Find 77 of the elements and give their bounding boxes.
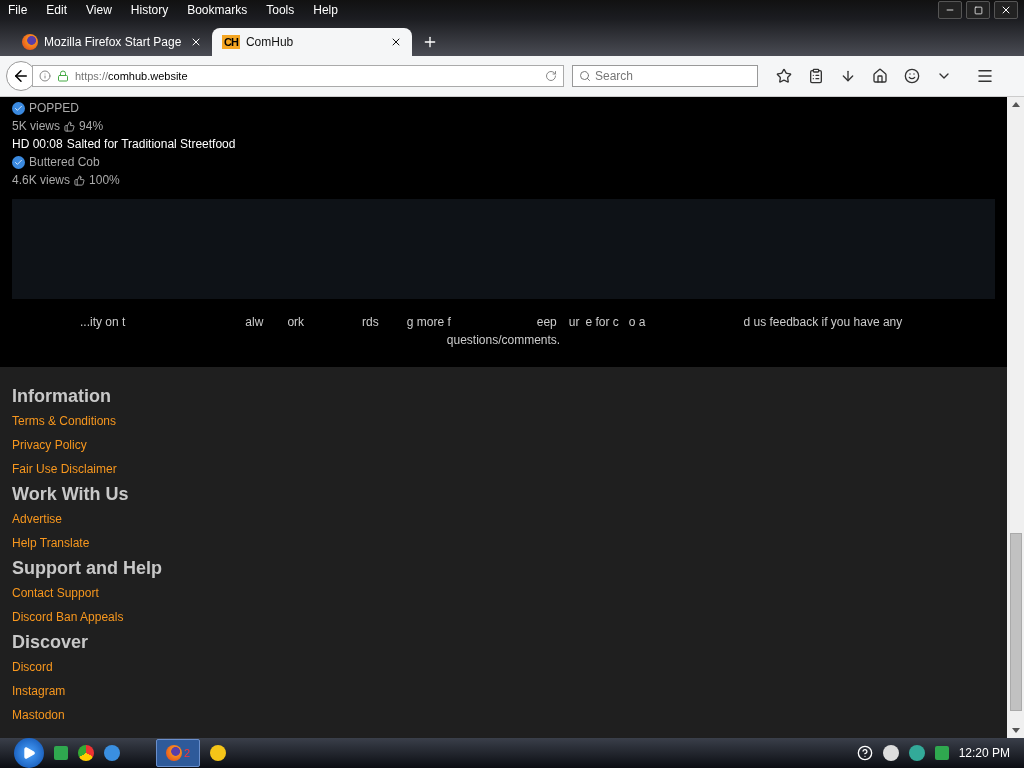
- home-icon[interactable]: [872, 68, 888, 84]
- restore-button[interactable]: [966, 1, 990, 19]
- channel-name[interactable]: POPPED: [29, 101, 79, 115]
- start-button[interactable]: [14, 738, 44, 768]
- rating: 94%: [79, 119, 104, 133]
- notice-text: ur: [568, 315, 580, 329]
- firefox-icon: [22, 34, 38, 50]
- menu-item[interactable]: Edit: [46, 3, 68, 17]
- rating: 100%: [89, 173, 120, 187]
- scroll-thumb[interactable]: [1009, 533, 1022, 711]
- browser-tab[interactable]: Mozilla Firefox Start Page: [12, 28, 212, 56]
- notice-text: alw: [245, 315, 264, 329]
- view-count: 4.6K views: [12, 173, 71, 187]
- notice-text: g more f: [406, 315, 451, 329]
- footer-heading: Work With Us: [12, 482, 130, 506]
- clipboard-icon[interactable]: [808, 68, 824, 84]
- browser-tab[interactable]: CH ComHub: [212, 28, 412, 56]
- notice-text: ork: [287, 315, 305, 329]
- search-icon: [579, 70, 591, 82]
- close-icon[interactable]: [190, 36, 202, 48]
- site-logo: CH: [222, 35, 240, 49]
- tab-title: ComHub: [245, 35, 295, 49]
- download-icon[interactable]: [840, 68, 856, 84]
- footer-heading: Information: [12, 384, 112, 408]
- close-icon[interactable]: [390, 36, 402, 48]
- footer-link[interactable]: Help Translate: [12, 531, 90, 555]
- scroll-up-icon[interactable]: [1011, 102, 1020, 107]
- footer-link[interactable]: Discord Ban Appeals: [12, 605, 124, 629]
- scrollbar[interactable]: [1007, 97, 1024, 738]
- close-icon: [1000, 4, 1012, 16]
- menu-item[interactable]: Tools: [266, 3, 295, 17]
- minimize-button[interactable]: [938, 1, 962, 19]
- footer-link[interactable]: Privacy Policy: [12, 433, 87, 457]
- footer-link[interactable]: Instagram: [12, 679, 66, 703]
- notice-text: e for c: [585, 315, 619, 329]
- verified-icon: [12, 155, 25, 169]
- address-field[interactable]: https://comhub.website: [32, 65, 564, 87]
- verified-icon: [12, 101, 25, 115]
- lock-icon: [57, 70, 69, 82]
- footer-heading: Support and Help: [12, 556, 163, 580]
- channel-name[interactable]: Buttered Cob: [29, 155, 100, 169]
- notice-text: o a: [628, 315, 646, 329]
- video-duration: HD 00:08: [12, 137, 63, 151]
- thumbs-up-icon: [64, 120, 76, 132]
- restore-icon: [973, 5, 983, 15]
- help-icon[interactable]: [856, 745, 873, 761]
- url-text: https://comhub.website: [75, 70, 188, 82]
- notice-text: d us feedback if you have any: [743, 315, 903, 329]
- footer-link[interactable]: Fair Use Disclaimer: [12, 457, 117, 481]
- footer-link[interactable]: Mastodon: [12, 703, 65, 727]
- star-icon[interactable]: [776, 68, 792, 84]
- tab-title: Mozilla Firefox Start Page: [44, 35, 183, 49]
- close-button[interactable]: [994, 1, 1018, 19]
- notice-text: eep: [536, 315, 557, 329]
- thumbs-up-icon: [74, 174, 86, 186]
- scroll-down-icon[interactable]: [1011, 728, 1020, 733]
- footer-heading: Discover: [12, 630, 90, 654]
- footer-link[interactable]: Discord: [12, 655, 53, 679]
- menu-item[interactable]: View: [86, 3, 112, 17]
- search-field[interactable]: Search: [572, 65, 758, 87]
- notice-text: rds: [362, 315, 379, 329]
- footer-link[interactable]: Terms & Conditions: [12, 409, 117, 433]
- reload-icon[interactable]: [545, 70, 557, 82]
- menu-item[interactable]: File: [8, 3, 28, 17]
- clock: 12:20 PM: [958, 746, 1010, 760]
- footer-link[interactable]: Advertise: [12, 507, 63, 531]
- menu-item[interactable]: Bookmarks: [187, 3, 248, 17]
- play-icon: [22, 746, 36, 760]
- notice-text: ...ity on t: [80, 315, 126, 329]
- video-title[interactable]: Salted for Traditional Streetfood: [66, 137, 236, 151]
- notice-text: questions/comments.: [446, 333, 561, 347]
- menu-item[interactable]: History: [130, 3, 169, 17]
- menu-icon[interactable]: [976, 67, 994, 85]
- menu-item[interactable]: Help: [313, 3, 338, 17]
- new-tab-icon[interactable]: [422, 34, 438, 50]
- view-count: 5K views: [12, 119, 61, 133]
- footer-link[interactable]: Contact Support: [12, 581, 99, 605]
